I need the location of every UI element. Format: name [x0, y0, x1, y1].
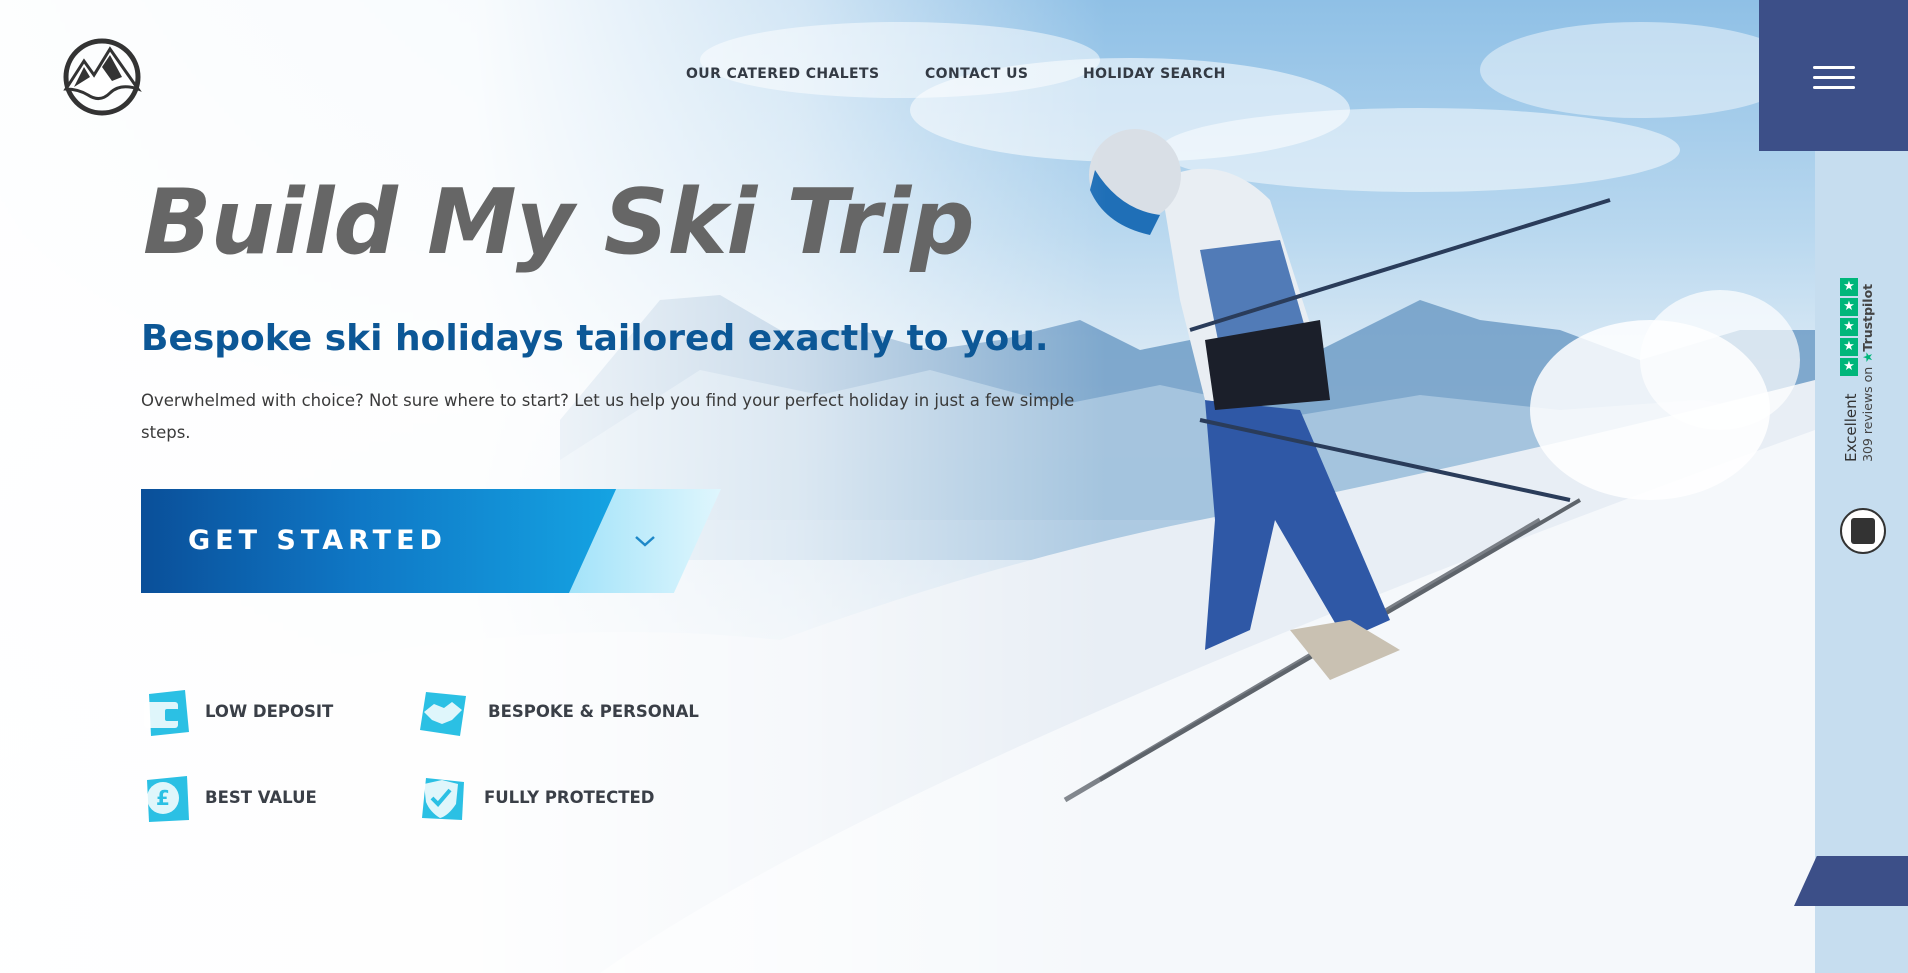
- trustpilot-text: Excellent 309 reviews on ★Trustpilot: [1842, 284, 1875, 462]
- nav-link-holiday-search[interactable]: HOLIDAY SEARCH: [1083, 66, 1226, 82]
- shield-check-icon: [422, 778, 464, 820]
- feature-label: LOW DEPOSIT: [205, 702, 334, 721]
- feature-low-deposit: LOW DEPOSIT: [141, 688, 361, 738]
- wallet-icon: [144, 690, 189, 736]
- feature-fully-protected: FULLY PROTECTED: [418, 774, 678, 824]
- svg-text:£: £: [156, 786, 170, 810]
- get-started-button[interactable]: GET STARTED: [141, 489, 721, 593]
- logo[interactable]: [60, 37, 144, 117]
- protection-badge-icon: [1840, 508, 1886, 554]
- feature-label: BEST VALUE: [205, 788, 317, 807]
- trustpilot-review-count: 309 reviews on: [1860, 366, 1875, 462]
- hero-description: Overwhelmed with choice? Not sure where …: [141, 391, 1075, 442]
- handshake-icon: [420, 692, 466, 736]
- feature-best-value: £ BEST VALUE: [141, 774, 361, 824]
- menu-button[interactable]: [1759, 0, 1908, 151]
- feature-label: FULLY PROTECTED: [484, 788, 655, 807]
- mountain-logo-icon: [63, 38, 142, 116]
- feature-bespoke-personal: BESPOKE & PERSONAL: [418, 688, 708, 738]
- hero-background: [0, 0, 1908, 973]
- trustpilot-brand: Trustpilot: [1860, 283, 1875, 352]
- feature-label: BESPOKE & PERSONAL: [488, 702, 699, 721]
- side-panel: [1815, 151, 1908, 973]
- hero-fade-overlay: [0, 0, 1908, 973]
- pound-icon: £: [147, 776, 189, 822]
- nav-link-catered-chalets[interactable]: OUR CATERED CHALETS: [686, 66, 879, 82]
- chevron-down-icon: [635, 536, 655, 547]
- trustpilot-rating-word: Excellent: [1842, 393, 1860, 462]
- nav-link-contact-us[interactable]: CONTACT US: [925, 66, 1028, 82]
- get-started-label: GET STARTED: [188, 525, 447, 556]
- hero-subtitle: Bespoke ski holidays tailored exactly to…: [141, 318, 1049, 359]
- page-title: Build My Ski Trip: [143, 170, 975, 275]
- trustpilot-widget[interactable]: ★ ★ ★ ★ ★ Excellent 309 reviews on ★Trus…: [1826, 278, 1882, 462]
- trustpilot-logo-star-icon: ★: [1860, 351, 1875, 363]
